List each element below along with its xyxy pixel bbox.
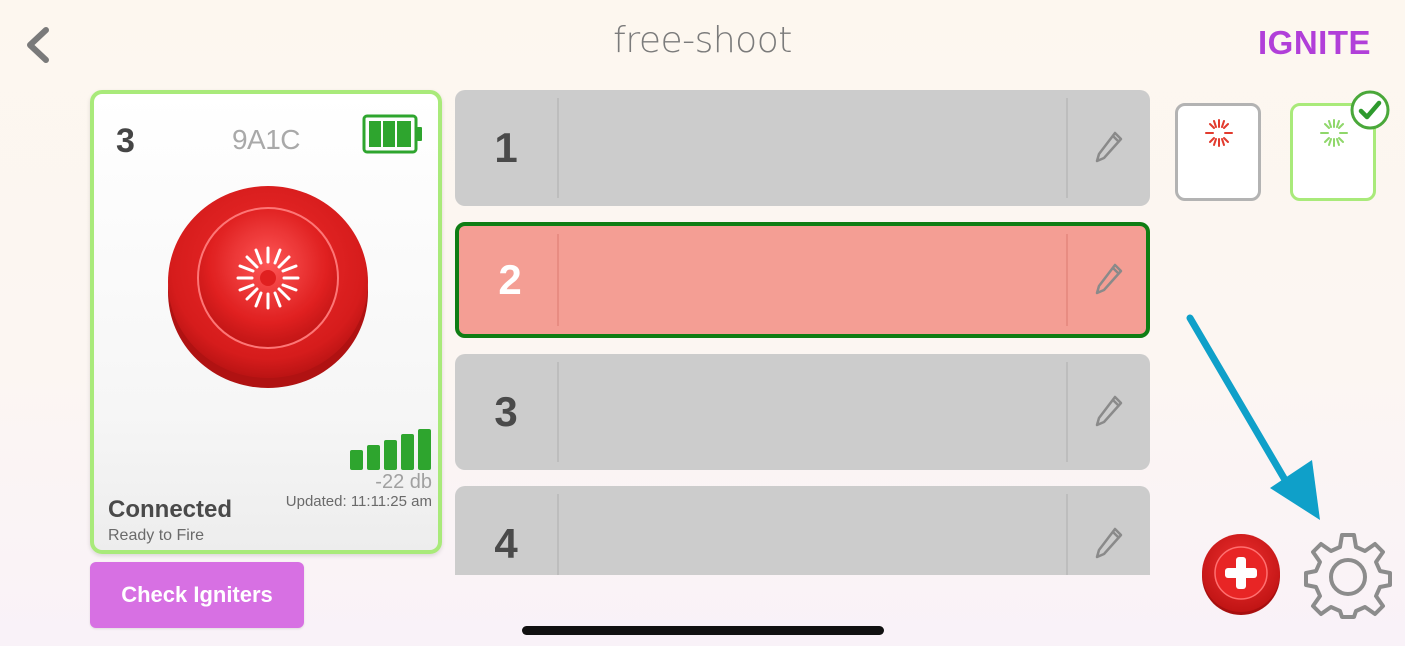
divider xyxy=(1066,494,1068,575)
divider xyxy=(557,362,559,462)
divider xyxy=(557,98,559,198)
cue-number: 1 xyxy=(494,124,518,171)
pencil-icon[interactable] xyxy=(1094,130,1124,164)
cue-row-1[interactable]: 1 xyxy=(455,90,1150,206)
gear-icon[interactable] xyxy=(1304,531,1392,619)
battery-full-icon xyxy=(362,114,422,154)
pencil-icon[interactable] xyxy=(1094,262,1124,296)
device-card[interactable]: 3 9A1C -22 db Updated: 11:11:25 am Conne… xyxy=(90,90,442,554)
divider xyxy=(1066,98,1068,198)
cue-number: 2 xyxy=(498,256,522,303)
divider xyxy=(1066,362,1068,462)
connection-status: Connected xyxy=(108,496,233,523)
check-igniters-button[interactable]: Check Igniters xyxy=(90,562,304,628)
page-title: free-shoot xyxy=(613,20,792,61)
cue-row-3[interactable]: 3 xyxy=(455,354,1150,470)
signal-bars-icon xyxy=(350,429,431,470)
pencil-icon[interactable] xyxy=(1094,394,1124,428)
divider xyxy=(557,234,559,326)
brand-logo: IGNITE xyxy=(1258,24,1372,61)
cue-number: 3 xyxy=(494,388,518,435)
updated-timestamp: Updated: 11:11:25 am xyxy=(285,493,432,510)
pencil-icon[interactable] xyxy=(1094,526,1124,560)
burst-icon xyxy=(1205,119,1233,147)
burst-icon xyxy=(1320,119,1348,147)
add-button[interactable] xyxy=(1200,533,1282,615)
divider xyxy=(1066,234,1068,326)
divider xyxy=(557,494,559,575)
fire-button[interactable] xyxy=(166,182,370,390)
cue-number: 4 xyxy=(494,520,518,567)
device-thumbnail-1[interactable] xyxy=(1175,103,1261,201)
cue-row-2[interactable]: 2 xyxy=(455,222,1150,338)
checkmark-badge-icon xyxy=(1350,90,1390,130)
cue-row-4[interactable]: 4 xyxy=(455,486,1150,575)
cue-list[interactable]: 1 2 3 4 xyxy=(455,90,1150,575)
home-indicator[interactable] xyxy=(522,626,884,635)
arrow-annotation-icon xyxy=(1186,314,1320,520)
status-detail: Ready to Fire xyxy=(108,527,205,544)
signal-strength-label: -22 db xyxy=(375,471,432,493)
